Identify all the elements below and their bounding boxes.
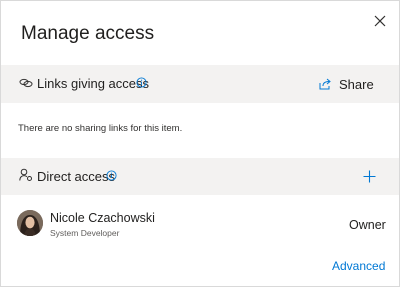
share-icon — [319, 78, 331, 90]
close-icon — [374, 15, 386, 27]
no-links-message: There are no sharing links for this item… — [18, 123, 183, 134]
person-name: Nicole Czachowski — [50, 211, 155, 225]
direct-access-header: Direct access — [1, 158, 399, 195]
links-section-header: Links giving access Share — [1, 65, 399, 103]
avatar — [17, 210, 43, 236]
manage-access-dialog: Manage access Links giving access Share … — [0, 0, 400, 287]
info-icon[interactable] — [106, 170, 117, 181]
share-button[interactable]: Share — [319, 73, 374, 95]
advanced-link[interactable]: Advanced — [332, 259, 385, 273]
close-button[interactable] — [371, 12, 389, 30]
link-icon — [19, 77, 33, 89]
permission-role[interactable]: Owner — [349, 218, 386, 232]
share-label: Share — [339, 76, 374, 92]
plus-icon — [363, 170, 375, 182]
links-section-label: Links giving access — [37, 76, 149, 91]
person-job-title: System Developer — [50, 228, 120, 238]
direct-access-label: Direct access — [37, 169, 116, 184]
person-row: Nicole Czachowski System Developer Owner — [1, 204, 399, 246]
add-people-button[interactable] — [359, 166, 379, 186]
info-icon[interactable] — [136, 77, 147, 88]
dialog-title: Manage access — [21, 23, 155, 44]
person-key-icon — [19, 168, 33, 182]
